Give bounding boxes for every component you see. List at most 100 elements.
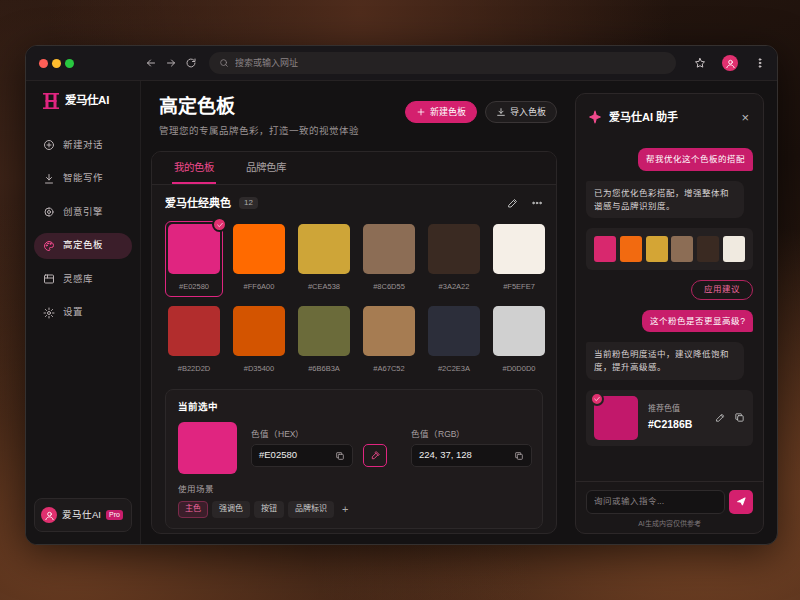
close-dot[interactable] <box>39 59 48 68</box>
eyedropper-button[interactable] <box>363 444 387 467</box>
tag-label: 主色 <box>185 504 201 513</box>
swatch[interactable]: #2C2E3A <box>425 303 483 379</box>
swatch-hex: #8C6D55 <box>373 282 405 292</box>
nav-buttons <box>145 57 197 69</box>
browser-window: 爱马仕AI 新建对话智能写作创意引擎高定色板灵感库设置 爱马仕AI Pro 高定… <box>25 45 778 545</box>
palette-chip <box>646 236 668 262</box>
forward-arrow-icon[interactable] <box>165 57 177 69</box>
apply-suggestion-button[interactable]: 应用建议 <box>691 280 753 299</box>
swatch-grid: #E02580#FF6A00#CEA538#8C6D55#3A2A22#F5EF… <box>165 221 543 379</box>
swatch-color <box>168 306 220 356</box>
main-content: 高定色板 管理您的专属品牌色彩，打造一致的视觉体验 新建色板导入色板 我的色板品… <box>141 81 567 544</box>
page-title: 高定色板 <box>159 95 359 119</box>
add-tag-button[interactable]: + <box>338 502 352 517</box>
copy-icon[interactable] <box>734 412 745 423</box>
rgb-field[interactable]: 224, 37, 128 <box>411 444 532 467</box>
eyedropper-icon <box>370 450 381 461</box>
swatch[interactable]: #A67C52 <box>360 303 418 379</box>
palette-chip <box>594 236 616 262</box>
swatch-color <box>298 306 350 356</box>
copy-icon[interactable] <box>335 451 345 461</box>
profile-avatar[interactable] <box>722 55 738 71</box>
header-actions: 新建色板导入色板 <box>405 101 557 123</box>
minimize-dot[interactable] <box>52 59 61 68</box>
recommended-hex: #C2186B <box>648 417 692 431</box>
usage-tag[interactable]: 按钮 <box>254 501 284 518</box>
import-icon <box>496 107 506 117</box>
message-text: 当前粉色明度适中，建议降低饱和度，提升高级感。 <box>594 349 729 372</box>
tag-label: 按钮 <box>261 504 277 513</box>
swatch[interactable]: #F5EFE7 <box>490 221 548 297</box>
usage-tag[interactable]: 主色 <box>178 501 208 518</box>
swatch-hex: #2C2E3A <box>438 364 470 374</box>
swatch[interactable]: #D0D0D0 <box>490 303 548 379</box>
swatch[interactable]: #3A2A22 <box>425 221 483 297</box>
swatch[interactable]: #6B6B3A <box>295 303 353 379</box>
sidebar-item[interactable]: 高定色板 <box>34 233 132 259</box>
assistant-header: 爱马仕AI 助手 × <box>576 94 763 140</box>
hex-field[interactable]: #E02580 <box>251 444 353 467</box>
prompt-input[interactable] <box>586 490 725 514</box>
check-icon <box>593 395 601 403</box>
menu-dots-icon[interactable] <box>754 57 766 69</box>
sidebar-menu: 新建对话智能写作创意引擎高定色板灵感库设置 <box>34 132 132 333</box>
edit-icon[interactable] <box>715 412 726 423</box>
tab[interactable]: 品牌色库 <box>244 152 288 184</box>
more-dots-icon[interactable] <box>531 197 543 209</box>
recommended-swatch[interactable] <box>594 396 638 440</box>
copy-icon[interactable] <box>514 451 524 461</box>
maximize-dot[interactable] <box>65 59 74 68</box>
address-input[interactable] <box>235 57 666 69</box>
swatch[interactable]: #CEA538 <box>295 221 353 297</box>
new-palette-button[interactable]: 新建色板 <box>405 101 477 123</box>
tab[interactable]: 我的色板 <box>172 152 216 184</box>
search-icon <box>219 58 229 68</box>
selected-check-badge <box>590 392 604 406</box>
page-subtitle: 管理您的专属品牌色彩，打造一致的视觉体验 <box>159 125 359 138</box>
sidebar-item-label: 新建对话 <box>63 139 103 152</box>
message-text: 这个粉色是否更显高级? <box>650 316 745 326</box>
plus-icon <box>416 107 426 117</box>
reload-icon[interactable] <box>185 57 197 69</box>
user-card[interactable]: 爱马仕AI Pro <box>34 498 132 532</box>
swatch-hex: #6B6B3A <box>308 364 340 374</box>
sidebar-item[interactable]: 灵感库 <box>34 266 132 292</box>
tag-label: 品牌标识 <box>295 504 327 513</box>
sidebar-item-label: 高定色板 <box>63 239 103 252</box>
sidebar-item[interactable]: 创意引擎 <box>34 199 132 225</box>
swatch[interactable]: #8C6D55 <box>360 221 418 297</box>
send-button[interactable] <box>729 490 753 514</box>
usage-label: 使用场景 <box>178 484 530 495</box>
palette-header: 爱马仕经典色 12 <box>165 195 543 211</box>
swatch[interactable]: #E02580 <box>165 221 223 297</box>
sidebar-item-label: 智能写作 <box>63 172 103 185</box>
rgb-value: 224, 37, 128 <box>419 449 472 462</box>
star-icon[interactable] <box>694 57 706 69</box>
recommended-label: 推荐色值 <box>648 404 692 415</box>
tab-label: 我的色板 <box>174 160 214 174</box>
swatch-hex: #D35400 <box>244 364 274 374</box>
assistant-panel: 爱马仕AI 助手 × 帮我优化这个色板的搭配已为您优化色彩搭配，增强整体和谐感与… <box>575 93 764 534</box>
swatch[interactable]: #FF6A00 <box>230 221 288 297</box>
swatch-color <box>363 306 415 356</box>
swatch[interactable]: #B22D2D <box>165 303 223 379</box>
user-icon <box>725 58 736 69</box>
swatch[interactable]: #D35400 <box>230 303 288 379</box>
button-label: 应用建议 <box>704 284 740 294</box>
back-arrow-icon[interactable] <box>145 57 157 69</box>
close-button[interactable]: × <box>739 111 751 124</box>
sidebar-item[interactable]: 设置 <box>34 300 132 326</box>
edit-icon[interactable] <box>507 197 519 209</box>
swatch-hex: #E02580 <box>179 282 209 292</box>
import-palette-button[interactable]: 导入色板 <box>485 101 557 123</box>
selected-check-badge <box>212 217 227 232</box>
usage-tag[interactable]: 品牌标识 <box>288 501 334 518</box>
palette-chip <box>723 236 745 262</box>
sidebar-item[interactable]: 智能写作 <box>34 166 132 192</box>
brand-logo[interactable]: 爱马仕AI <box>34 93 132 109</box>
usage-tag[interactable]: 强调色 <box>212 501 250 518</box>
sidebar-item[interactable]: 新建对话 <box>34 132 132 158</box>
assistant-message: 当前粉色明度适中，建议降低饱和度，提升高级感。 <box>586 342 744 380</box>
rgb-label: 色值（RGB） <box>411 429 532 440</box>
sparkle-icon <box>588 110 602 124</box>
